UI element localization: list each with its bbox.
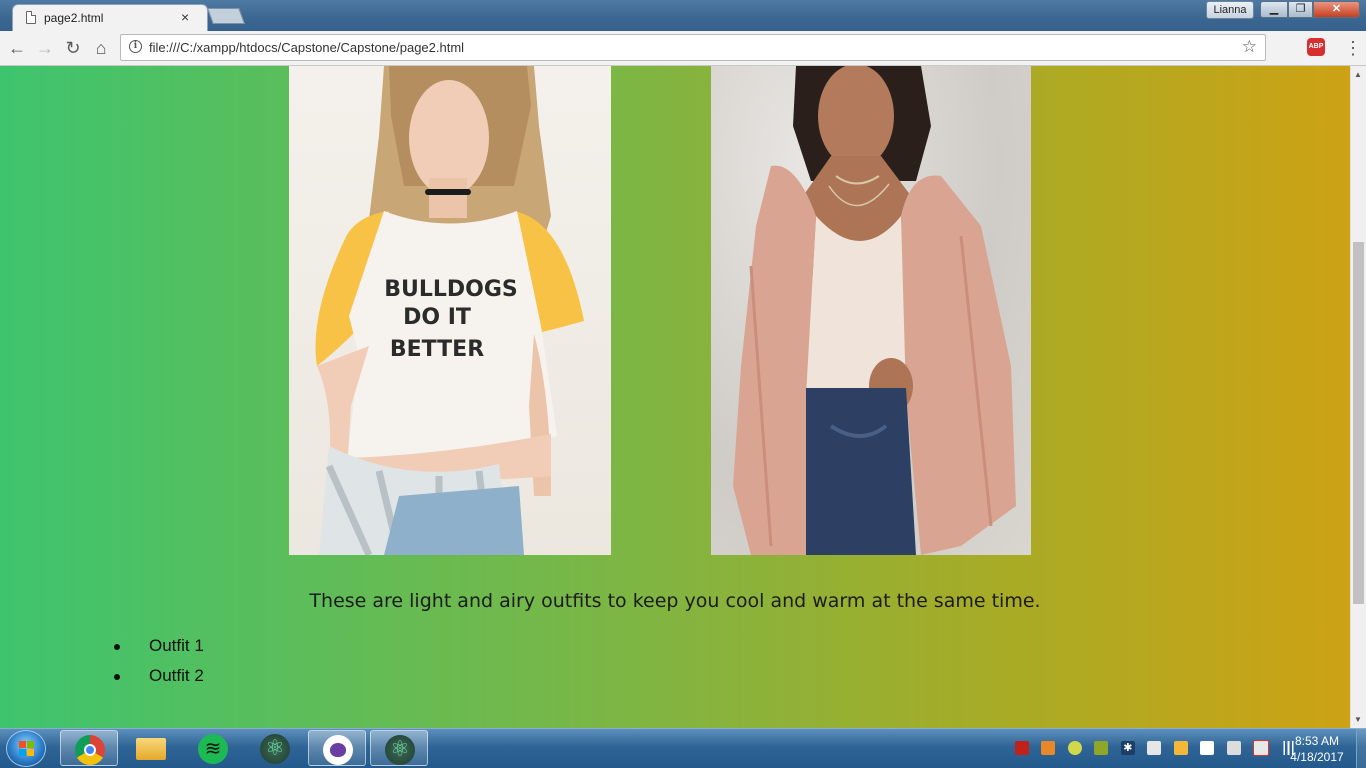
tab-title: page2.html bbox=[44, 11, 104, 25]
new-tab-button[interactable] bbox=[207, 8, 245, 24]
taskbar-chrome-button[interactable] bbox=[60, 730, 118, 766]
outfit-1-image: BULLDOGS DO IT BETTER bbox=[289, 66, 611, 555]
page-viewport: BULLDOGS DO IT BETTER These are light an… bbox=[0, 66, 1350, 728]
taskbar-atom-window-button[interactable] bbox=[370, 730, 428, 766]
back-arrow-icon[interactable]: ← bbox=[5, 36, 29, 60]
acrobat-icon[interactable] bbox=[1015, 740, 1029, 755]
url-text[interactable]: file:///C:/xampp/htdocs/Capstone/Capston… bbox=[149, 40, 464, 55]
list-item: Outfit 2 bbox=[114, 664, 204, 694]
device-icon[interactable] bbox=[1200, 740, 1215, 755]
tab-page2[interactable]: page2.html × bbox=[12, 4, 208, 31]
system-tray: ✱ bbox=[1015, 739, 1304, 759]
taskbar-atom-button[interactable] bbox=[246, 730, 304, 766]
address-bar[interactable]: i file:///C:/xampp/htdocs/Capstone/Capst… bbox=[120, 34, 1266, 61]
github-desktop-icon bbox=[323, 735, 353, 765]
close-window-button[interactable]: ✕ bbox=[1313, 1, 1360, 18]
shirt-text-line3: BETTER bbox=[390, 337, 484, 362]
menu-icon[interactable]: ⋮ bbox=[1344, 38, 1362, 58]
shirt-text-line1: BULLDOGS bbox=[384, 277, 518, 302]
tray-app-icon[interactable] bbox=[1041, 740, 1056, 755]
atom-icon bbox=[260, 734, 290, 764]
scroll-down-arrow-icon[interactable]: ▼ bbox=[1354, 715, 1362, 724]
show-desktop-button[interactable] bbox=[1356, 729, 1366, 768]
browser-title-bar: page2.html × Lianna ▁ ❐ ✕ bbox=[0, 0, 1366, 31]
taskbar-clock[interactable]: 8:53 AM 4/18/2017 bbox=[1282, 733, 1352, 765]
tab-close-icon[interactable]: × bbox=[181, 9, 189, 25]
volume-muted-icon[interactable] bbox=[1226, 740, 1241, 755]
forward-arrow-icon[interactable]: → bbox=[33, 36, 57, 60]
maximize-button[interactable]: ❐ bbox=[1288, 1, 1313, 18]
clock-date: 4/18/2017 bbox=[1290, 750, 1344, 764]
shirt-text-line2: DO IT bbox=[403, 305, 471, 330]
taskbar-explorer-button[interactable] bbox=[122, 730, 180, 766]
tray-app-icon[interactable] bbox=[1094, 740, 1109, 755]
clock-time: 8:53 AM bbox=[1294, 734, 1340, 748]
page-icon bbox=[26, 11, 36, 24]
bluetooth-icon[interactable]: ✱ bbox=[1120, 740, 1135, 755]
scroll-up-arrow-icon[interactable]: ▲ bbox=[1354, 70, 1362, 79]
taskbar-github-button[interactable] bbox=[308, 730, 366, 766]
start-button[interactable] bbox=[6, 730, 46, 767]
file-explorer-icon bbox=[136, 738, 166, 760]
bookmark-star-icon[interactable]: ☆ bbox=[1242, 37, 1257, 57]
profile-button[interactable]: Lianna bbox=[1206, 1, 1254, 19]
minimize-button[interactable]: ▁ bbox=[1260, 1, 1288, 18]
atom-icon bbox=[385, 735, 415, 765]
vertical-scrollbar[interactable]: ▲ ▼ bbox=[1350, 66, 1366, 728]
outfit-2-image bbox=[711, 66, 1031, 555]
list-item: Outfit 1 bbox=[114, 634, 204, 664]
windows-logo-icon bbox=[19, 741, 34, 756]
tray-app-icon[interactable] bbox=[1067, 740, 1082, 755]
spotify-icon bbox=[198, 734, 228, 764]
tray-app-icon[interactable] bbox=[1147, 740, 1162, 755]
network-error-icon[interactable] bbox=[1253, 739, 1270, 756]
adblock-plus-icon[interactable]: ABP bbox=[1307, 38, 1325, 56]
outfits-caption: These are light and airy outfits to keep… bbox=[309, 590, 1041, 612]
scroll-thumb[interactable] bbox=[1353, 242, 1364, 604]
tray-app-icon[interactable] bbox=[1173, 740, 1188, 755]
browser-toolbar: ← → ↻ ⌂ i file:///C:/xampp/htdocs/Capsto… bbox=[0, 31, 1366, 66]
reload-icon[interactable]: ↻ bbox=[61, 36, 85, 60]
info-icon[interactable]: i bbox=[129, 40, 142, 53]
windows-taskbar: ✱ 8:53 AM 4/18/2017 bbox=[0, 728, 1366, 768]
outfit-list: Outfit 1 Outfit 2 bbox=[114, 634, 204, 694]
home-icon[interactable]: ⌂ bbox=[89, 36, 113, 60]
chrome-icon bbox=[75, 735, 105, 765]
taskbar-spotify-button[interactable] bbox=[184, 730, 242, 766]
